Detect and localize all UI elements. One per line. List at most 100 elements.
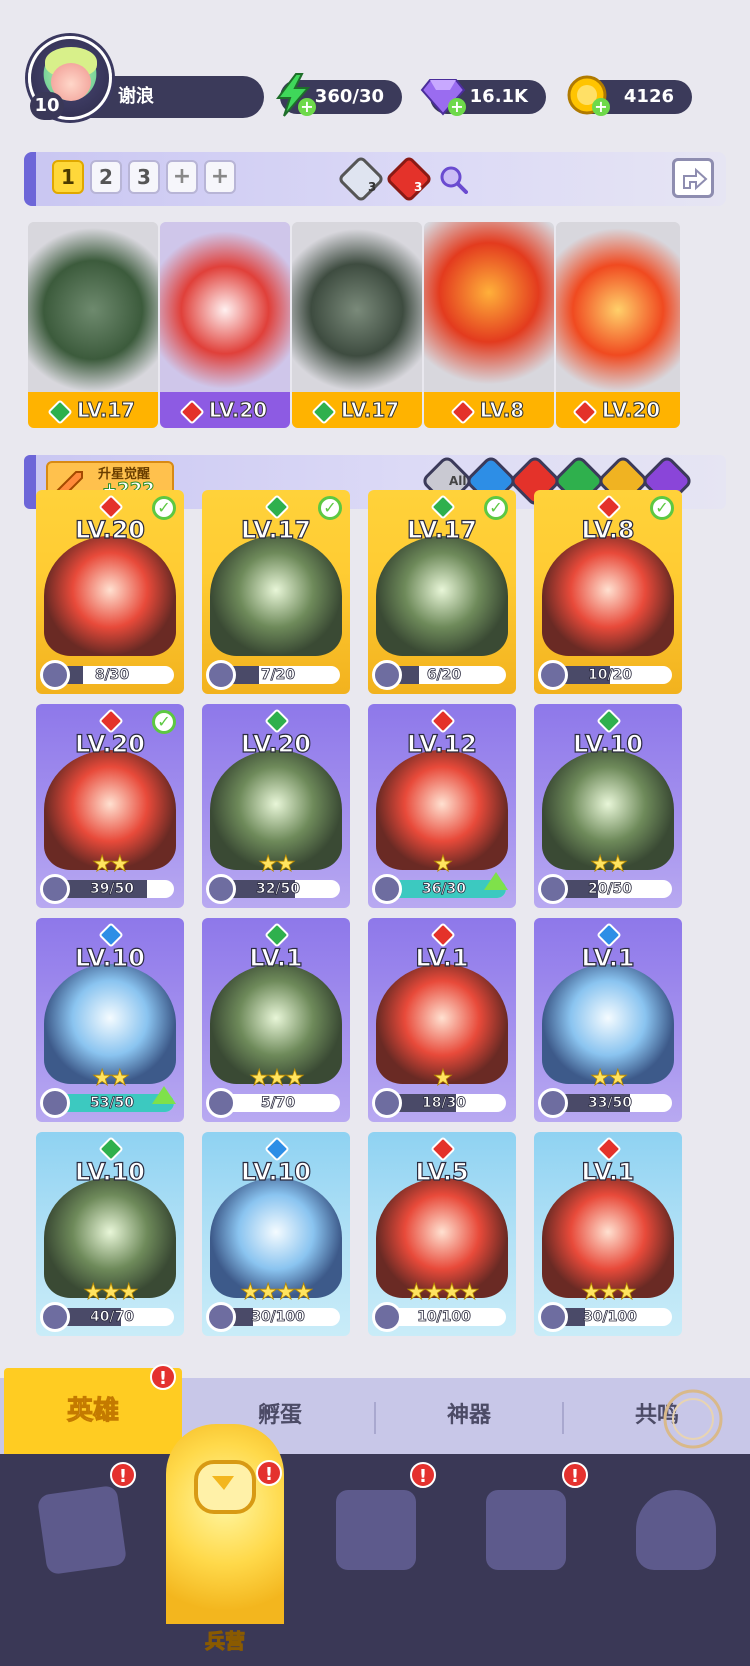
in-team-check-icon: ✓ — [484, 496, 508, 520]
mushroom-icon — [636, 1490, 716, 1570]
in-team-check-icon: ✓ — [318, 496, 342, 520]
team-hero-4-art — [424, 222, 554, 398]
filter-all-label: All — [449, 474, 467, 488]
hero-portrait — [44, 536, 176, 656]
hero-stars: ★★★ — [581, 1280, 637, 1306]
hero-stars: ★★★ — [249, 1066, 305, 1092]
team-bar-accent — [24, 152, 36, 206]
team-hero-2-art — [160, 222, 290, 398]
fire-element-icon — [450, 398, 476, 425]
share-icon — [683, 167, 708, 191]
team-hero-2[interactable]: LV.20 — [160, 222, 290, 428]
hero-card[interactable]: LV.10 ★★ 53/50 — [36, 918, 184, 1122]
shard-icon — [538, 1302, 568, 1332]
hero-card[interactable]: LV.20 ✓ 8/30 — [36, 490, 184, 694]
gold-counter[interactable]: + 4126 — [567, 75, 692, 116]
gold-value: 4126 — [623, 86, 674, 107]
hero-card[interactable]: LV.17 ✓ 6/20 — [368, 490, 516, 694]
fire-element-icon — [179, 398, 205, 425]
team-slot-3[interactable]: 3 — [128, 160, 160, 194]
hero-level: LV.12 — [406, 729, 477, 758]
shard-icon — [40, 1302, 70, 1332]
hero-card[interactable]: LV.17 ✓ 7/20 — [202, 490, 350, 694]
team-slot-add-1[interactable]: + — [166, 160, 198, 194]
search-icon[interactable] — [438, 164, 468, 194]
team-hero-1-level: LV.17 — [76, 398, 136, 423]
nav-map[interactable] — [316, 1470, 436, 1620]
hero-card[interactable]: LV.12 ★ 36/30 — [368, 704, 516, 908]
hero-level: LV.5 — [415, 1157, 469, 1186]
hero-card[interactable]: LV.20 ★★ 32/50 — [202, 704, 350, 908]
hero-stars: ★★ — [258, 852, 296, 878]
nav-map-alert-icon: ! — [410, 1462, 436, 1488]
hero-card[interactable]: LV.8 ✓ 10/20 — [534, 490, 682, 694]
shard-icon — [206, 874, 236, 904]
team-hero-5-level: LV.20 — [601, 398, 661, 423]
hero-card[interactable]: LV.1 ★★★ 5/70 — [202, 918, 350, 1122]
shard-icon — [538, 874, 568, 904]
nav-barracks-alert-icon: ! — [256, 1460, 282, 1486]
team-slot-2[interactable]: 2 — [90, 160, 122, 194]
upgrade-arrow-icon[interactable] — [152, 1086, 176, 1104]
hero-card[interactable]: LV.20 ✓ ★★ 39/50 — [36, 704, 184, 908]
shard-icon — [40, 874, 70, 904]
hero-stars: ★★ — [92, 852, 130, 878]
hero-card[interactable]: LV.10 ★★★★ 30/100 — [202, 1132, 350, 1336]
share-button[interactable] — [672, 158, 714, 198]
nav-cards-alert-icon: ! — [110, 1462, 136, 1488]
hero-level: LV.20 — [74, 515, 145, 544]
in-team-check-icon: ✓ — [152, 496, 176, 520]
hero-level: LV.10 — [74, 943, 145, 972]
team-hero-1[interactable]: LV.17 — [28, 222, 158, 428]
team-hero-2-level: LV.20 — [208, 398, 268, 423]
castle-icon — [486, 1490, 566, 1570]
team-hero-3[interactable]: LV.17 — [292, 222, 422, 428]
team-hero-4[interactable]: LV.8 — [424, 222, 554, 428]
hero-portrait — [210, 536, 342, 656]
nav-cards[interactable] — [22, 1470, 142, 1620]
hero-stars: ★ — [433, 1066, 454, 1092]
gem-counter[interactable]: + 16.1K — [420, 79, 546, 116]
hero-card[interactable]: LV.5 ★★★★ 10/100 — [368, 1132, 516, 1336]
energy-counter[interactable]: + 360/30 — [276, 73, 402, 117]
upgrade-arrow-icon[interactable] — [484, 872, 508, 890]
hero-level: LV.17 — [406, 515, 477, 544]
hero-stars: ★★★★ — [406, 1280, 480, 1306]
in-team-check-icon: ✓ — [650, 496, 674, 520]
wind-element-icon — [47, 398, 73, 425]
player-level-badge: 10 — [30, 92, 64, 120]
gems-value: 16.1K — [469, 86, 528, 107]
floating-compass-icon[interactable] — [662, 1388, 724, 1450]
add-gems-icon[interactable]: + — [448, 98, 466, 116]
hero-card[interactable]: LV.10 ★★★ 40/70 — [36, 1132, 184, 1336]
shard-icon — [40, 1088, 70, 1118]
hero-stars: ★★★ — [83, 1280, 139, 1306]
nav-barracks-label: 兵营 — [205, 1629, 246, 1654]
fire-element-icon — [572, 398, 598, 425]
add-energy-icon[interactable]: + — [298, 98, 316, 116]
energy-value: 360/30 — [314, 86, 384, 107]
nav-barracks[interactable] — [166, 1424, 284, 1624]
shard-icon — [372, 874, 402, 904]
team-slot-add-2[interactable]: + — [204, 160, 236, 194]
hero-card[interactable]: LV.1 ★★ 33/50 — [534, 918, 682, 1122]
shard-icon — [40, 660, 70, 690]
tab-heroes-alert-icon: ! — [150, 1364, 176, 1390]
hero-card[interactable]: LV.10 ★★ 20/50 — [534, 704, 682, 908]
nav-mushroom[interactable] — [616, 1470, 736, 1620]
hero-portrait — [376, 536, 508, 656]
nav-castle[interactable] — [466, 1470, 586, 1620]
hero-portrait — [542, 536, 674, 656]
nav-castle-alert-icon: ! — [562, 1462, 588, 1488]
hero-level: LV.10 — [74, 1157, 145, 1186]
team-slot-1[interactable]: 1 — [52, 160, 84, 194]
hero-card[interactable]: LV.1 ★ 18/30 — [368, 918, 516, 1122]
tab-artifact[interactable]: 神器 — [376, 1378, 562, 1454]
team-hero-3-level: LV.17 — [340, 398, 400, 423]
shard-icon — [538, 1088, 568, 1118]
hero-level: LV.1 — [415, 943, 469, 972]
hero-card[interactable]: LV.1 ★★★ 30/100 — [534, 1132, 682, 1336]
team-hero-5[interactable]: LV.20 — [556, 222, 680, 428]
add-gold-icon[interactable]: + — [592, 98, 610, 116]
team-hero-4-level: LV.8 — [479, 398, 525, 423]
